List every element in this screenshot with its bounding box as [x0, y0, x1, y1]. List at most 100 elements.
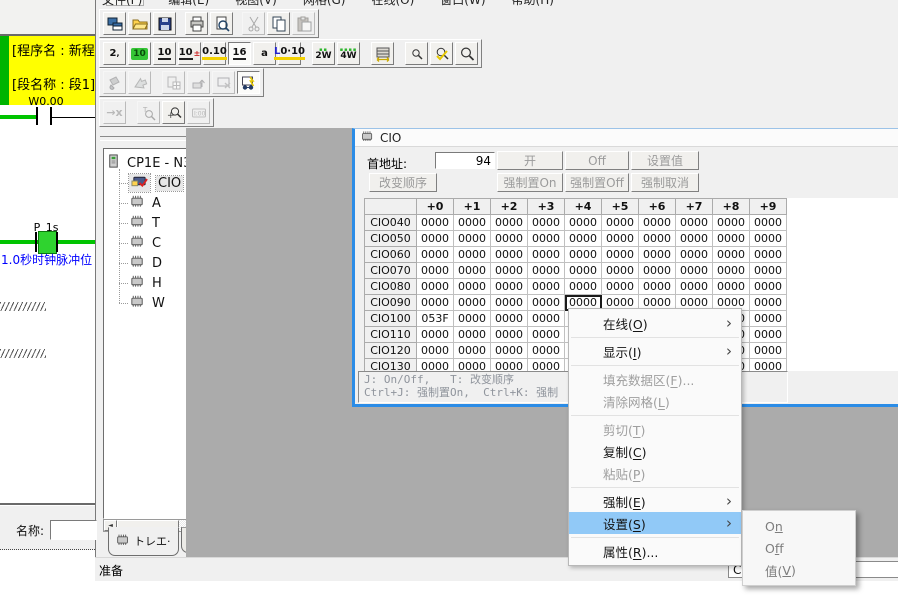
cell-CIO080-+7[interactable]: 0000 [676, 279, 713, 295]
row-header-CIO090[interactable]: CIO090 [365, 295, 417, 311]
cell-CIO040-+7[interactable]: 0000 [676, 215, 713, 231]
context-menu-properties[interactable]: 属性(R)... [569, 540, 741, 562]
memory-window-titlebar[interactable]: CIO [355, 129, 898, 147]
cell-CIO040-+6[interactable]: 0000 [639, 215, 676, 231]
cell-CIO070-+2[interactable]: 0000 [491, 263, 528, 279]
row-header-CIO070[interactable]: CIO070 [365, 263, 417, 279]
cell-CIO080-+0[interactable]: 0000 [417, 279, 454, 295]
cell-CIO040-+4[interactable]: 0000 [565, 215, 602, 231]
column-header-+7[interactable]: +7 [676, 199, 713, 215]
contact2-bar-right[interactable] [56, 232, 58, 252]
cell-CIO050-+6[interactable]: 0000 [639, 231, 676, 247]
cell-CIO080-+1[interactable]: 0000 [454, 279, 491, 295]
submenu-set-value[interactable]: 值(V) [743, 559, 855, 581]
cell-CIO110-+9[interactable]: 0000 [750, 327, 787, 343]
menu-item-1[interactable]: 编辑(E) [168, 0, 209, 8]
cell-CIO070-+3[interactable]: 0000 [528, 263, 565, 279]
format-4word-button[interactable]: ▪▪▪▪4W [337, 42, 360, 65]
row-header-CIO050[interactable]: CIO050 [365, 231, 417, 247]
cell-CIO050-+4[interactable]: 0000 [565, 231, 602, 247]
cell-CIO090-+9[interactable]: 0000 [750, 295, 787, 311]
cell-CIO050-+7[interactable]: 0000 [676, 231, 713, 247]
context-menu-online[interactable]: 在线(O)› [569, 312, 741, 334]
cell-CIO050-+8[interactable]: 0000 [713, 231, 750, 247]
column-header-+5[interactable]: +5 [602, 199, 639, 215]
column-header-+3[interactable]: +3 [528, 199, 565, 215]
menu-item-6[interactable]: 帮助(H) [512, 0, 554, 8]
submenu-set-off[interactable]: Off [743, 537, 855, 559]
cell-CIO040-+0[interactable]: 0000 [417, 215, 454, 231]
column-header-+9[interactable]: +9 [750, 199, 787, 215]
menu-item-4[interactable]: 在线(O) [371, 0, 414, 8]
cell-CIO040-+9[interactable]: 0000 [750, 215, 787, 231]
open-button[interactable] [128, 12, 151, 35]
cell-CIO110-+0[interactable]: 0000 [417, 327, 454, 343]
cell-CIO080-+8[interactable]: 0000 [713, 279, 750, 295]
name-input[interactable] [50, 520, 97, 540]
cell-CIO070-+0[interactable]: 0000 [417, 263, 454, 279]
cell-CIO130-+2[interactable]: 0000 [491, 359, 528, 372]
cell-CIO100-+3[interactable]: 0000 [528, 311, 565, 327]
cell-CIO050-+5[interactable]: 0000 [602, 231, 639, 247]
cell-CIO100-+9[interactable]: 0000 [750, 311, 787, 327]
cell-CIO100-+1[interactable]: 0000 [454, 311, 491, 327]
cell-CIO070-+7[interactable]: 0000 [676, 263, 713, 279]
start-address-input[interactable] [435, 152, 495, 169]
cell-CIO060-+6[interactable]: 0000 [639, 247, 676, 263]
context-menu-copy[interactable]: 复制(C) [569, 440, 741, 462]
menu-item-0[interactable]: 文件(F) [102, 0, 142, 8]
cell-CIO080-+6[interactable]: 0000 [639, 279, 676, 295]
cell-CIO060-+0[interactable]: 0000 [417, 247, 454, 263]
column-header-+6[interactable]: +6 [639, 199, 676, 215]
cell-CIO070-+5[interactable]: 0000 [602, 263, 639, 279]
print-button[interactable] [185, 12, 208, 35]
cell-CIO130-+3[interactable]: 0000 [528, 359, 565, 372]
cell-CIO090-+1[interactable]: 0000 [454, 295, 491, 311]
format-bcd-button[interactable]: 10 [128, 42, 151, 65]
cell-CIO060-+4[interactable]: 0000 [565, 247, 602, 263]
copy-button[interactable] [267, 12, 290, 35]
print-preview-button[interactable] [210, 12, 233, 35]
row-header-CIO110[interactable]: CIO110 [365, 327, 417, 343]
cell-CIO130-+9[interactable]: 0000 [750, 359, 787, 372]
format-double-float-button[interactable]: L0·10 [278, 42, 301, 65]
cell-CIO060-+9[interactable]: 0000 [750, 247, 787, 263]
cell-CIO100-+2[interactable]: 0000 [491, 311, 528, 327]
monitor-button[interactable] [237, 71, 260, 94]
cell-CIO040-+3[interactable]: 0000 [528, 215, 565, 231]
zoom-in-button[interactable] [455, 42, 478, 65]
column-header-+2[interactable]: +2 [491, 199, 528, 215]
row-header-CIO080[interactable]: CIO080 [365, 279, 417, 295]
zoom-check-button[interactable] [430, 42, 453, 65]
format-float-button[interactable]: 0.10 [203, 42, 226, 65]
cell-CIO080-+9[interactable]: 0000 [750, 279, 787, 295]
cell-CIO120-+9[interactable]: 0000 [750, 343, 787, 359]
submenu-set-on[interactable]: On [743, 515, 855, 537]
menu-item-5[interactable]: 窗口(W) [440, 0, 485, 8]
zoom-out-button[interactable] [405, 42, 428, 65]
cell-CIO070-+1[interactable]: 0000 [454, 263, 491, 279]
cell-CIO040-+8[interactable]: 0000 [713, 215, 750, 231]
cell-CIO060-+3[interactable]: 0000 [528, 247, 565, 263]
cell-CIO050-+0[interactable]: 0000 [417, 231, 454, 247]
cell-CIO130-+0[interactable]: 0000 [417, 359, 454, 372]
cell-CIO060-+5[interactable]: 0000 [602, 247, 639, 263]
format-signed-decimal-button[interactable]: 10± [178, 42, 201, 65]
transfer-button[interactable] [103, 12, 126, 35]
cell-CIO040-+2[interactable]: 0000 [491, 215, 528, 231]
row-header-CIO040[interactable]: CIO040 [365, 215, 417, 231]
cell-CIO080-+5[interactable]: 0000 [602, 279, 639, 295]
cell-CIO080-+3[interactable]: 0000 [528, 279, 565, 295]
column-header-+4[interactable]: +4 [565, 199, 602, 215]
cell-CIO110-+1[interactable]: 0000 [454, 327, 491, 343]
cell-CIO110-+2[interactable]: 0000 [491, 327, 528, 343]
format-decimal-button[interactable]: 10 [153, 42, 176, 65]
contact1-bar-right[interactable] [50, 107, 52, 125]
row-header-CIO060[interactable]: CIO060 [365, 247, 417, 263]
cell-CIO120-+0[interactable]: 0000 [417, 343, 454, 359]
row-header-CIO100[interactable]: CIO100 [365, 311, 417, 327]
row-header-CIO120[interactable]: CIO120 [365, 343, 417, 359]
contact2-bar-left[interactable] [35, 232, 37, 252]
cell-CIO070-+4[interactable]: 0000 [565, 263, 602, 279]
context-menu-force[interactable]: 强制(E)› [569, 490, 741, 512]
